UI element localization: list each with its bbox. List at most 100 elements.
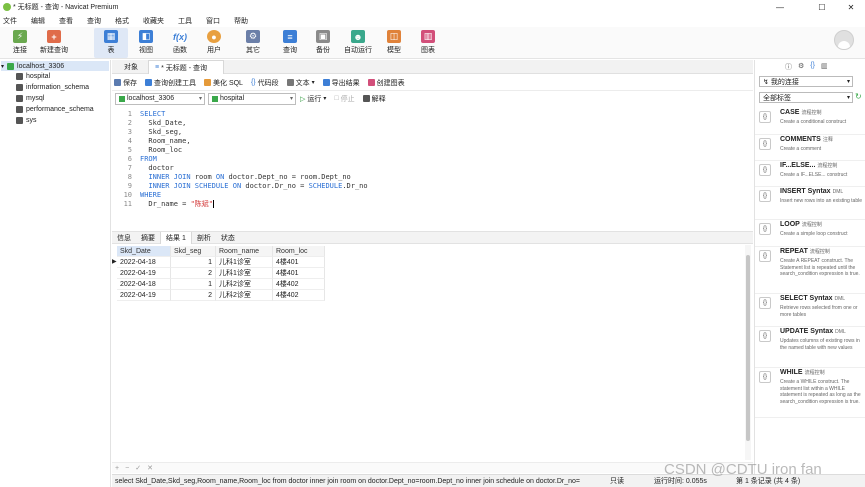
backup-button[interactable]: ▣ 备份: [312, 28, 334, 58]
column-header[interactable]: Room_loc: [273, 246, 325, 257]
tab-summary[interactable]: 摘要: [136, 232, 160, 244]
table-cell[interactable]: 2022-04-19: [117, 268, 171, 279]
table-cell[interactable]: 2022-04-18: [117, 279, 171, 290]
autorun-button[interactable]: ☻ 自动运行: [343, 28, 373, 58]
beautify-sql-button[interactable]: 美化 SQL: [204, 78, 243, 88]
create-chart-button[interactable]: 创建图表: [367, 78, 405, 88]
model-button[interactable]: ◫ 模型: [383, 28, 405, 58]
table-row[interactable]: 2022-04-19 2 儿科1诊室 4楼401: [112, 268, 325, 279]
snippet-item[interactable]: {} WHILE 流程控制 Create a WHILE construct. The…: [755, 368, 865, 418]
menu-view[interactable]: 查看: [52, 16, 80, 26]
snippet-item[interactable]: {} SELECT Syntax DML Retrieve rows selected…: [755, 294, 865, 327]
table-cell[interactable]: 4楼401: [273, 257, 325, 268]
run-button[interactable]: ▷ 运行 ▾: [300, 94, 326, 104]
table-cell[interactable]: 1: [171, 257, 216, 268]
database-select[interactable]: hospital ▾: [208, 92, 296, 105]
tab-query[interactable]: ≡ * 无标题 - 查询: [148, 60, 224, 74]
scrollbar-thumb[interactable]: [746, 255, 750, 441]
table-cell[interactable]: 儿科2诊室: [216, 279, 273, 290]
snippet-item[interactable]: {} REPEAT 流程控制 Create A REPEAT construct. T…: [755, 247, 865, 294]
table-cell[interactable]: 4楼402: [273, 290, 325, 301]
table-cell[interactable]: 4楼402: [273, 279, 325, 290]
snippet-item[interactable]: {} LOOP 流程控制 Create a simple loop construct: [755, 220, 865, 247]
table-row[interactable]: ▶ 2022-04-18 1 儿科1诊室 4楼401: [112, 257, 325, 268]
grid-scrollbar[interactable]: [745, 245, 751, 460]
stop-button[interactable]: □ 停止: [334, 94, 354, 104]
info-icon[interactable]: ⓘ: [785, 62, 792, 72]
sql-line: Skd_seg,: [140, 128, 182, 137]
snippet-item[interactable]: {} UPDATE Syntax DML Updates columns of exi…: [755, 327, 865, 368]
table-cell[interactable]: 2022-04-19: [117, 290, 171, 301]
query-builder-button[interactable]: 查询创建工具: [145, 78, 196, 88]
tab-info[interactable]: 信息: [112, 232, 136, 244]
grid-icon[interactable]: ▥: [821, 62, 828, 72]
table-cell[interactable]: 儿科1诊室: [216, 257, 273, 268]
maximize-button[interactable]: ☐: [808, 0, 836, 14]
sql-text: doctor.Dept_no = room.Dept_no: [224, 173, 351, 181]
tree-db-mysql[interactable]: mysql: [16, 93, 44, 103]
tab-result-1[interactable]: 结果 1: [160, 231, 192, 244]
menu-window[interactable]: 窗口: [199, 16, 227, 26]
snippet-connection-select[interactable]: ↯ 我的连接 ▾: [759, 76, 853, 87]
new-query-button[interactable]: + 新建查询: [36, 28, 72, 58]
delete-row-button[interactable]: −: [125, 465, 129, 472]
menu-tools[interactable]: 工具: [171, 16, 199, 26]
menu-favorites[interactable]: 收藏夹: [136, 16, 171, 26]
tree-db-sys[interactable]: sys: [16, 115, 37, 125]
export-results-button[interactable]: 导出结果: [322, 78, 360, 88]
other-button[interactable]: ⚙ 其它: [242, 28, 264, 58]
table-cell[interactable]: 4楼401: [273, 268, 325, 279]
avatar[interactable]: [834, 30, 854, 50]
tab-status[interactable]: 状态: [216, 232, 240, 244]
menu-help[interactable]: 帮助: [227, 16, 255, 26]
snippet-button[interactable]: {} 代码段: [251, 78, 279, 88]
table-row[interactable]: 2022-04-18 1 儿科2诊室 4楼402: [112, 279, 325, 290]
table-button[interactable]: ▦ 表: [94, 28, 128, 58]
table-cell[interactable]: 2: [171, 268, 216, 279]
view-button[interactable]: ◧ 视图: [135, 28, 157, 58]
tree-db-hospital[interactable]: hospital: [16, 71, 50, 81]
sql-editor[interactable]: 1 SELECT 2 Skd_Date, 3 Skd_seg, 4 Room_name,…: [112, 107, 753, 227]
table-cell[interactable]: 1: [171, 279, 216, 290]
explain-button[interactable]: 解释: [362, 94, 386, 104]
table-cell[interactable]: 2022-04-18: [117, 257, 171, 268]
tab-profile[interactable]: 剖析: [192, 232, 216, 244]
tab-objects[interactable]: 对象: [118, 60, 144, 74]
function-button[interactable]: f(x) 函数: [169, 28, 191, 58]
discard-button[interactable]: ✕: [147, 464, 153, 472]
add-row-button[interactable]: +: [115, 465, 119, 472]
column-header[interactable]: Room_name: [216, 246, 273, 257]
column-header[interactable]: Skd_Date: [117, 246, 171, 257]
refresh-icon[interactable]: ↻: [855, 92, 862, 101]
menu-format[interactable]: 格式: [108, 16, 136, 26]
menu-query[interactable]: 查询: [80, 16, 108, 26]
snippet-item[interactable]: {} IF...ELSE... 流程控制 Create a IF...ELSE... …: [755, 161, 865, 187]
braces-icon[interactable]: {}: [810, 62, 815, 72]
connection-select[interactable]: localhost_3306 ▾: [115, 92, 205, 105]
close-button[interactable]: ✕: [837, 0, 865, 14]
connect-button[interactable]: ⚡ 连接: [8, 28, 32, 58]
table-cell[interactable]: 2: [171, 290, 216, 301]
table-cell[interactable]: 儿科2诊室: [216, 290, 273, 301]
save-button[interactable]: 保存: [114, 78, 137, 88]
tree-db-information-schema[interactable]: information_schema: [16, 82, 89, 92]
chevron-down-icon[interactable]: ▾: [1, 63, 4, 70]
menu-file[interactable]: 文件: [0, 16, 24, 26]
query-button[interactable]: ≡ 查询: [279, 28, 301, 58]
snippet-tag-select[interactable]: 全部标签 ▾: [759, 92, 853, 103]
table-cell[interactable]: 儿科1诊室: [216, 268, 273, 279]
menu-edit[interactable]: 编辑: [24, 16, 52, 26]
user-button[interactable]: ● 用户: [203, 28, 225, 58]
table-row[interactable]: 2022-04-19 2 儿科2诊室 4楼402: [112, 290, 325, 301]
snippet-item[interactable]: {} COMMENTS 注释 Create a comment: [755, 135, 865, 161]
chart-button[interactable]: ▥ 图表: [417, 28, 439, 58]
tree-connection-localhost[interactable]: ▾ localhost_3306: [1, 61, 109, 71]
snippet-item[interactable]: {} INSERT Syntax DML Insert new rows into a…: [755, 187, 865, 220]
column-header[interactable]: Skd_seg: [171, 246, 216, 257]
minimize-button[interactable]: —: [766, 0, 794, 14]
settings-icon[interactable]: ⚙: [798, 62, 804, 72]
snippet-item[interactable]: {} CASE 流程控制 Create a conditional construct: [755, 108, 865, 135]
text-button[interactable]: 文本 ▾: [286, 78, 315, 88]
apply-button[interactable]: ✓: [135, 464, 141, 472]
tree-db-performance-schema[interactable]: performance_schema: [16, 104, 94, 114]
